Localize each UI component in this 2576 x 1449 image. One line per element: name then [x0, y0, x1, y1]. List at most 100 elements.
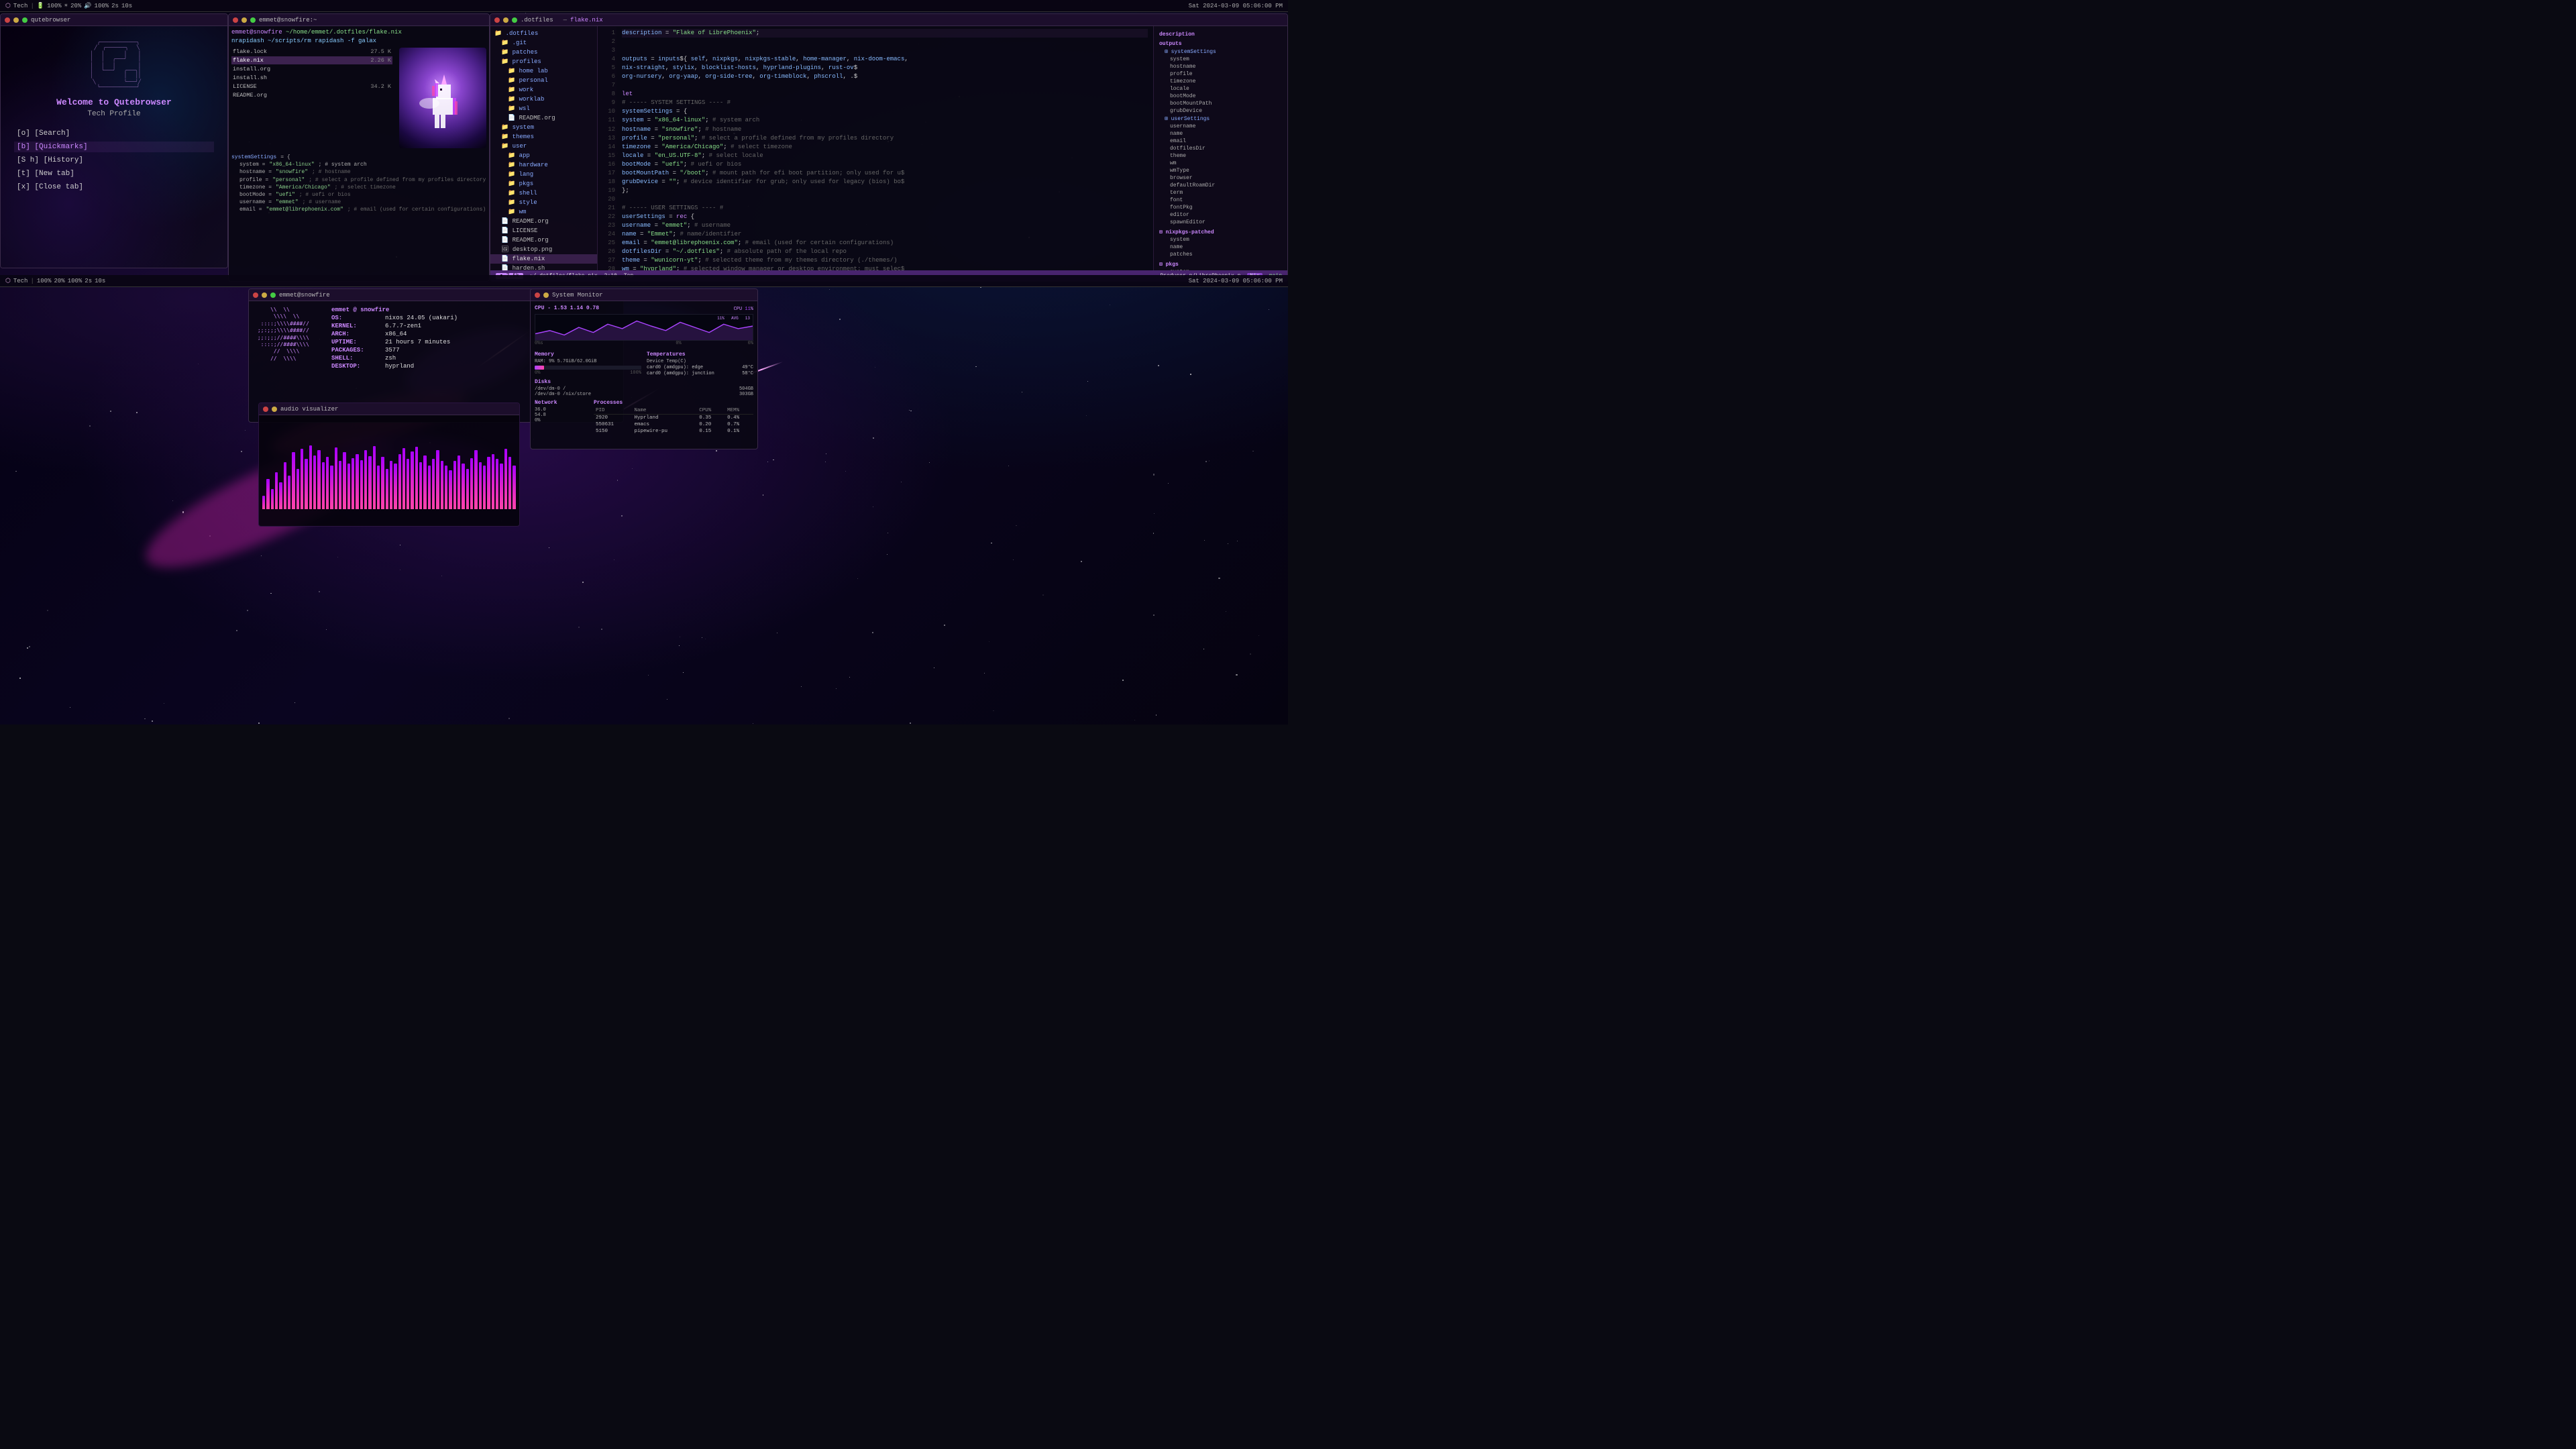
topbar-windows: 2s — [111, 3, 119, 9]
menu-search[interactable]: [o] [Search] — [14, 128, 214, 139]
topbar-sep2: | — [30, 278, 34, 284]
min-viz[interactable] — [272, 407, 277, 412]
min-neofetch[interactable] — [262, 292, 267, 298]
tree-work[interactable]: 📁 work — [490, 85, 597, 95]
minimize-button[interactable] — [13, 17, 19, 23]
star — [910, 722, 911, 724]
tree-hardware[interactable]: 📁 hardware — [490, 160, 597, 170]
tree-wm[interactable]: 📁 wm — [490, 207, 597, 217]
outline-systemSettings[interactable]: ⊞ systemSettings — [1157, 48, 1285, 56]
temp-val-1: 49°C — [742, 365, 753, 370]
close-sysmon[interactable] — [535, 292, 540, 298]
proc-mem-1: 0.4% — [725, 415, 753, 422]
outline-userSettings[interactable]: ⊞ userSettings — [1157, 115, 1285, 123]
menu-newtab[interactable]: [t] [New tab] — [14, 168, 214, 179]
file-row-readme[interactable]: README.org — [231, 91, 392, 99]
outline-outputs[interactable]: outputs — [1157, 38, 1285, 48]
tree-harden[interactable]: 📄 harden.sh — [490, 264, 597, 270]
tree-personal[interactable]: 📁 personal — [490, 76, 597, 85]
tree-patches[interactable]: 📁 patches — [490, 48, 597, 57]
outline-locale[interactable]: locale — [1157, 85, 1285, 93]
menu-history[interactable]: [S h] [History] — [14, 155, 214, 166]
tree-flake-nix[interactable]: 📄 flake.nix — [490, 254, 597, 264]
viz-bar-9 — [301, 449, 303, 509]
close-button-ed[interactable] — [494, 17, 500, 23]
outline-pkgs[interactable]: ⊞ pkgs — [1157, 258, 1285, 268]
max-neofetch[interactable] — [270, 292, 276, 298]
file-row-flakelock[interactable]: flake.lock 27.5 K — [231, 48, 392, 56]
outline-font[interactable]: font — [1157, 197, 1285, 204]
tree-system[interactable]: 📁 system — [490, 123, 597, 132]
code-text: bootMode = — [231, 191, 272, 199]
maximize-button-ed[interactable] — [512, 17, 517, 23]
maximize-button-ft[interactable] — [250, 17, 256, 23]
menu-quickmarks[interactable]: [b] [Quickmarks] — [14, 142, 214, 152]
maximize-button[interactable] — [22, 17, 28, 23]
outline-name[interactable]: name — [1157, 130, 1285, 138]
viz-bar-50 — [474, 450, 477, 509]
outline-bootMountPath[interactable]: bootMountPath — [1157, 100, 1285, 107]
minimize-button-ed[interactable] — [503, 17, 508, 23]
outline-browser[interactable]: browser — [1157, 174, 1285, 182]
outline-dotfilesDir[interactable]: dotfilesDir — [1157, 145, 1285, 152]
outline-theme[interactable]: theme — [1157, 152, 1285, 160]
tree-homelab[interactable]: 📁 home lab — [490, 66, 597, 76]
tree-root[interactable]: 📁 .dotfiles — [490, 29, 597, 38]
outline-nixpkgs-patched[interactable]: ⊞ nixpkgs-patched — [1157, 226, 1285, 236]
outline-wm[interactable]: wm — [1157, 160, 1285, 167]
tree-wsl[interactable]: 📁 wsl — [490, 104, 597, 113]
tree-lang[interactable]: 📁 lang — [490, 170, 597, 179]
tree-style[interactable]: 📁 style — [490, 198, 597, 207]
outline-description[interactable]: description — [1157, 29, 1285, 38]
outline-fontPkg[interactable]: fontPkg — [1157, 204, 1285, 211]
outline-profile[interactable]: profile — [1157, 70, 1285, 78]
file-row-license[interactable]: LICENSE 34.2 K — [231, 83, 392, 91]
tree-readme-profiles[interactable]: 📄 README.org — [490, 113, 597, 123]
tree-shell[interactable]: 📁 shell — [490, 189, 597, 198]
tree-app[interactable]: 📁 app — [490, 151, 597, 160]
tree-git[interactable]: 📁 .git — [490, 38, 597, 48]
outline-timezone[interactable]: timezone — [1157, 78, 1285, 85]
close-button[interactable] — [5, 17, 10, 23]
code-line: profile = "personal"; # select a profile… — [622, 135, 894, 142]
star — [845, 471, 846, 472]
tree-readme[interactable]: 📄 README.org — [490, 217, 597, 226]
file-row-install-org[interactable]: install.org — [231, 65, 392, 73]
outline-hostname[interactable]: hostname — [1157, 63, 1285, 70]
outline-defaultRoamDir[interactable]: defaultRoamDir — [1157, 182, 1285, 189]
tree-pkgs[interactable]: 📁 pkgs — [490, 179, 597, 189]
close-neofetch[interactable] — [253, 292, 258, 298]
close-viz[interactable] — [263, 407, 268, 412]
code-main[interactable]: description = "Flake of LibrePhoenix"; o… — [616, 26, 1153, 270]
tree-themes[interactable]: 📁 themes — [490, 132, 597, 142]
outline-grubDevice[interactable]: grubDevice — [1157, 107, 1285, 115]
file-row-flakenix[interactable]: flake.nix 2.26 K — [231, 56, 392, 64]
outline-username[interactable]: username — [1157, 123, 1285, 130]
outline-wmType[interactable]: wmType — [1157, 167, 1285, 174]
outline-email[interactable]: email — [1157, 138, 1285, 145]
tree-desktop[interactable]: 🖼 desktop.png — [490, 245, 597, 254]
outline-spawnEditor[interactable]: spawnEditor — [1157, 219, 1285, 226]
tree-worklab[interactable]: 📁 worklab — [490, 95, 597, 104]
outline-nixpkgs-name[interactable]: name — [1157, 244, 1285, 251]
code-text: ; # hostname — [312, 168, 351, 176]
file-tree[interactable]: 📁 .dotfiles 📁 .git 📁 patches 📁 profiles … — [490, 26, 598, 270]
tree-readme2[interactable]: 📄 README.org — [490, 235, 597, 245]
topbar-audio-icon: 🔊 — [84, 3, 91, 9]
tree-profiles[interactable]: 📁 profiles — [490, 57, 597, 66]
outline-term[interactable]: term — [1157, 189, 1285, 197]
outline-system[interactable]: system — [1157, 56, 1285, 63]
outline-editor[interactable]: editor — [1157, 211, 1285, 219]
file-row-install-sh[interactable]: install.sh — [231, 74, 392, 82]
outline-nixpkgs-patches[interactable]: patches — [1157, 251, 1285, 258]
viz-bar-13 — [317, 450, 320, 509]
outline-nixpkgs-system[interactable]: system — [1157, 236, 1285, 244]
outline-bootMode[interactable]: bootMode — [1157, 93, 1285, 100]
menu-closetab[interactable]: [x] [Close tab] — [14, 182, 214, 193]
viz-bar-32 — [398, 454, 401, 509]
tree-license[interactable]: 📄 LICENSE — [490, 226, 597, 235]
min-sysmon[interactable] — [543, 292, 549, 298]
tree-user[interactable]: 📁 user — [490, 142, 597, 151]
minimize-button-ft[interactable] — [241, 17, 247, 23]
close-button-ft[interactable] — [233, 17, 238, 23]
